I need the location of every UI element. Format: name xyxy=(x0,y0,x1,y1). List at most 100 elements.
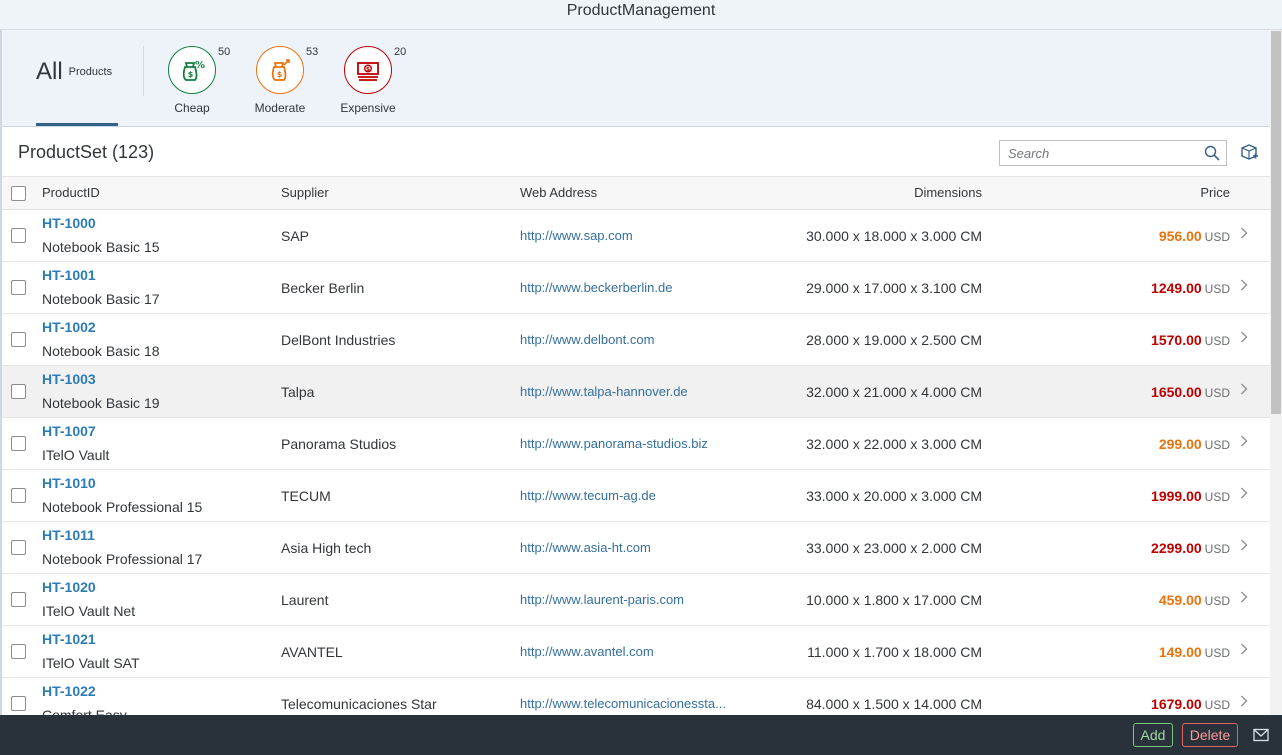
table-row[interactable]: HT-1002 Notebook Basic 18 DelBont Industri… xyxy=(2,314,1270,366)
tab-cheap[interactable]: $% 50 Cheap xyxy=(152,46,232,118)
chevron-right-icon[interactable] xyxy=(1240,642,1248,658)
column-header-dimensions[interactable]: Dimensions xyxy=(914,185,982,200)
delete-button[interactable]: Delete xyxy=(1182,723,1238,747)
web-address-link[interactable]: http://www.beckerberlin.de xyxy=(520,280,672,295)
icon-tab-bar: All Products $% 50 Cheap $ 53 Moderate $ … xyxy=(2,30,1270,127)
dimensions-value: 33.000 x 20.000 x 3.000 CM xyxy=(806,488,982,504)
price-currency: USD xyxy=(1204,542,1230,556)
row-checkbox[interactable] xyxy=(11,540,26,555)
supplier-name: Asia High tech xyxy=(281,540,372,556)
chevron-right-icon[interactable] xyxy=(1240,226,1248,242)
price-value: 1679.00 xyxy=(1151,696,1202,712)
chevron-right-icon[interactable] xyxy=(1240,278,1248,294)
product-id: HT-1007 xyxy=(42,423,96,439)
mail-icon[interactable] xyxy=(1253,728,1269,747)
web-address-link[interactable]: http://www.delbont.com xyxy=(520,332,654,347)
product-id: HT-1002 xyxy=(42,319,96,335)
supplier-name: Talpa xyxy=(281,384,315,400)
price-currency: USD xyxy=(1204,386,1230,400)
price-currency: USD xyxy=(1204,438,1230,452)
product-name: Comfort Easy xyxy=(42,707,127,715)
vertical-scrollbar[interactable] xyxy=(1270,30,1282,715)
column-header-web-address[interactable]: Web Address xyxy=(520,185,597,200)
price-cell: 1679.00 USD xyxy=(1151,696,1230,712)
tab-moderate[interactable]: $ 53 Moderate xyxy=(240,46,320,118)
add-button[interactable]: Add xyxy=(1133,723,1173,747)
product-name: Notebook Basic 17 xyxy=(42,291,160,307)
product-name: Notebook Basic 19 xyxy=(42,395,160,411)
supplier-name: Laurent xyxy=(281,592,329,608)
web-address-link[interactable]: http://www.talpa-hannover.de xyxy=(520,384,688,399)
tab-moderate-label: Moderate xyxy=(254,101,306,115)
web-address-link[interactable]: http://www.avantel.com xyxy=(520,644,654,659)
dimensions-value: 30.000 x 18.000 x 3.000 CM xyxy=(806,228,982,244)
product-name: Notebook Professional 15 xyxy=(42,499,203,515)
table-row[interactable]: HT-1020 ITelO Vault Net Laurent http://www.… xyxy=(2,574,1270,626)
row-checkbox[interactable] xyxy=(11,488,26,503)
table-row[interactable]: HT-1003 Notebook Basic 19 Talpa http://www.… xyxy=(2,366,1270,418)
price-currency: USD xyxy=(1204,646,1230,660)
table-row[interactable]: HT-1001 Notebook Basic 17 Becker Berlin htt… xyxy=(2,262,1270,314)
column-header-price[interactable]: Price xyxy=(1200,185,1230,200)
table-row[interactable]: HT-1007 ITelO Vault Panorama Studios http:/… xyxy=(2,418,1270,470)
svg-text:%: % xyxy=(195,60,205,71)
price-cell: 1650.00 USD xyxy=(1151,384,1230,400)
row-checkbox[interactable] xyxy=(11,696,26,711)
web-address-link[interactable]: http://www.asia-ht.com xyxy=(520,540,651,555)
price-value: 1570.00 xyxy=(1151,332,1202,348)
price-value: 299.00 xyxy=(1158,436,1202,452)
chevron-right-icon[interactable] xyxy=(1240,330,1248,346)
money-bag-arrow-icon: $ xyxy=(256,46,304,94)
table-row[interactable]: HT-1011 Notebook Professional 17 Asia High… xyxy=(2,522,1270,574)
price-cell: 299.00 USD xyxy=(1159,436,1230,452)
table-settings-icon[interactable] xyxy=(1239,143,1259,163)
supplier-name: AVANTEL xyxy=(281,644,343,660)
web-address-link[interactable]: http://www.telecomunicacionessta... xyxy=(520,696,726,711)
tab-all[interactable]: All Products xyxy=(36,58,112,98)
row-checkbox[interactable] xyxy=(11,436,26,451)
web-address-link[interactable]: http://www.panorama-studios.biz xyxy=(520,436,708,451)
row-checkbox[interactable] xyxy=(11,280,26,295)
app-title: ProductManagement xyxy=(0,0,1282,30)
table-row[interactable]: HT-1010 Notebook Professional 15 TECUM http… xyxy=(2,470,1270,522)
column-header-productid[interactable]: ProductID xyxy=(42,185,100,200)
price-value: 149.00 xyxy=(1158,644,1202,660)
chevron-right-icon[interactable] xyxy=(1240,434,1248,450)
product-name: ITelO Vault SAT xyxy=(42,655,140,671)
product-id: HT-1022 xyxy=(42,683,96,699)
price-cell: 1999.00 USD xyxy=(1151,488,1230,504)
row-checkbox[interactable] xyxy=(11,332,26,347)
web-address-link[interactable]: http://www.tecum-ag.de xyxy=(520,488,656,503)
table-title: ProductSet (123) xyxy=(18,142,155,162)
chevron-right-icon[interactable] xyxy=(1240,538,1248,554)
tab-expensive-label: Expensive xyxy=(340,101,396,115)
tab-cheap-label: Cheap xyxy=(174,101,210,115)
table-row[interactable]: HT-1021 ITelO Vault SAT AVANTEL http://www.… xyxy=(2,626,1270,678)
web-address-link[interactable]: http://www.laurent-paris.com xyxy=(520,592,684,607)
column-header-supplier[interactable]: Supplier xyxy=(281,185,329,200)
table-row[interactable]: HT-1022 Comfort Easy Telecomunicaciones St… xyxy=(2,678,1270,715)
search-icon[interactable] xyxy=(1204,145,1220,166)
supplier-name: DelBont Industries xyxy=(281,332,396,348)
chevron-right-icon[interactable] xyxy=(1240,486,1248,502)
tab-expensive[interactable]: $ 20 Expensive xyxy=(328,46,408,118)
row-checkbox[interactable] xyxy=(11,644,26,659)
tab-cheap-count: 50 xyxy=(218,46,231,58)
scrollbar-thumb[interactable] xyxy=(1271,31,1281,414)
row-checkbox[interactable] xyxy=(11,228,26,243)
svg-text:$: $ xyxy=(277,70,283,79)
select-all-checkbox[interactable] xyxy=(11,186,26,201)
tab-all-selected-indicator xyxy=(36,123,118,126)
row-checkbox[interactable] xyxy=(11,384,26,399)
row-checkbox[interactable] xyxy=(11,592,26,607)
chevron-right-icon[interactable] xyxy=(1240,590,1248,606)
product-id: HT-1001 xyxy=(42,267,96,283)
search-input[interactable]: Search xyxy=(999,140,1227,166)
chevron-right-icon[interactable] xyxy=(1240,382,1248,398)
price-currency: USD xyxy=(1204,698,1230,712)
chevron-right-icon[interactable] xyxy=(1240,694,1248,710)
table-row[interactable]: HT-1000 Notebook Basic 15 SAP http://www.sa… xyxy=(2,210,1270,262)
price-currency: USD xyxy=(1204,490,1230,504)
web-address-link[interactable]: http://www.sap.com xyxy=(520,228,633,243)
product-name: ITelO Vault Net xyxy=(42,603,136,619)
